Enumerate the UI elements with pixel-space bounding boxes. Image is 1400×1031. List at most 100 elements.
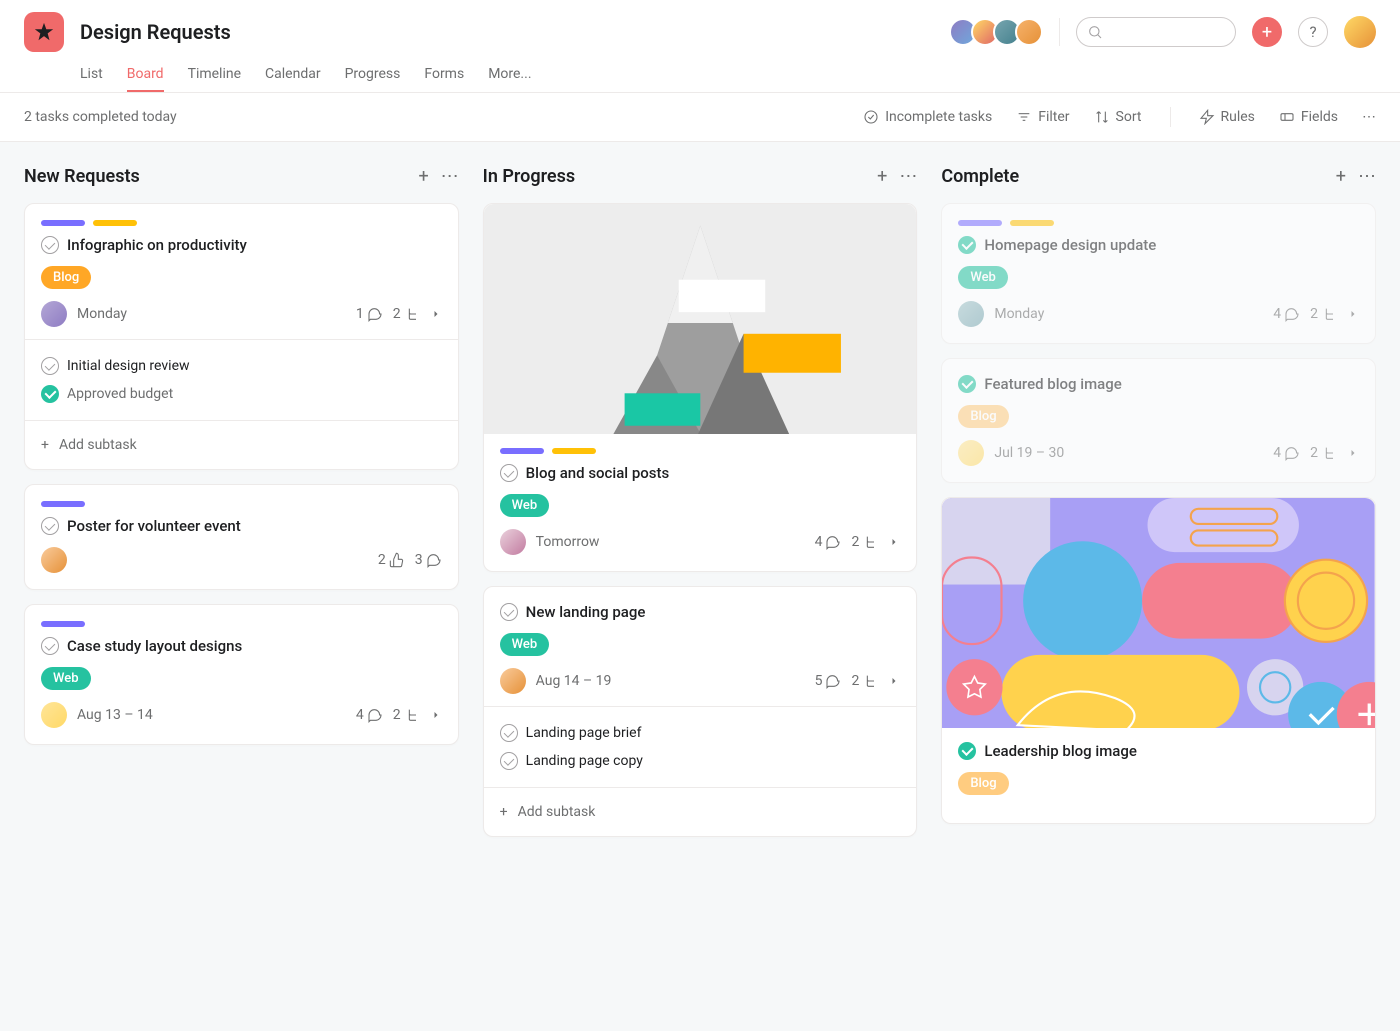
complete-checkbox[interactable] bbox=[41, 637, 59, 655]
assignee-avatar[interactable] bbox=[958, 440, 984, 466]
task-card[interactable]: New landing page Web Aug 14 – 19 5 2 Lan… bbox=[483, 586, 918, 837]
tab-board[interactable]: Board bbox=[127, 58, 164, 92]
sort-button[interactable]: Sort bbox=[1094, 109, 1142, 125]
add-subtask-button[interactable]: +Add subtask bbox=[500, 800, 901, 820]
chevron-right-icon[interactable] bbox=[430, 707, 442, 723]
chevron-right-icon[interactable] bbox=[888, 673, 900, 689]
project-title[interactable]: Design Requests bbox=[80, 20, 933, 44]
complete-checkbox[interactable] bbox=[41, 357, 59, 375]
complete-checkbox[interactable] bbox=[958, 742, 976, 760]
subtask-count[interactable]: 2 bbox=[393, 707, 420, 723]
subtask-count[interactable]: 2 bbox=[1310, 445, 1337, 461]
add-subtask-button[interactable]: +Add subtask bbox=[41, 433, 442, 453]
subtask-row[interactable]: Landing page copy bbox=[500, 747, 901, 775]
task-title: Poster for volunteer event bbox=[67, 517, 241, 535]
chevron-right-icon[interactable] bbox=[1347, 306, 1359, 322]
comment-icon bbox=[426, 552, 442, 568]
assignee-avatar[interactable] bbox=[41, 301, 67, 327]
column-title[interactable]: New Requests bbox=[24, 166, 406, 187]
comment-icon bbox=[1284, 445, 1300, 461]
column-menu-button[interactable]: ⋯ bbox=[1358, 166, 1376, 187]
complete-checkbox[interactable] bbox=[41, 236, 59, 254]
complete-checkbox[interactable] bbox=[500, 752, 518, 770]
tab-list[interactable]: List bbox=[80, 58, 103, 92]
tab-more[interactable]: More... bbox=[488, 58, 531, 92]
assignee-avatar[interactable] bbox=[958, 301, 984, 327]
task-card[interactable]: Infographic on productivity Blog Monday … bbox=[24, 203, 459, 470]
task-card[interactable]: Case study layout designs Web Aug 13 – 1… bbox=[24, 604, 459, 745]
comment-count[interactable]: 1 bbox=[356, 306, 383, 322]
complete-checkbox[interactable] bbox=[500, 724, 518, 742]
column-title[interactable]: Complete bbox=[941, 166, 1323, 187]
comment-count[interactable]: 4 bbox=[1273, 445, 1300, 461]
column-menu-button[interactable]: ⋯ bbox=[899, 166, 917, 187]
add-button[interactable]: + bbox=[1252, 17, 1282, 47]
comment-count[interactable]: 3 bbox=[415, 552, 442, 568]
category-label[interactable]: Blog bbox=[958, 405, 1008, 428]
filter-button[interactable]: Filter bbox=[1016, 109, 1069, 125]
subtask-count[interactable]: 2 bbox=[851, 673, 878, 689]
fields-button[interactable]: Fields bbox=[1279, 109, 1338, 125]
subtask-icon bbox=[862, 673, 878, 689]
complete-checkbox[interactable] bbox=[500, 603, 518, 621]
chevron-right-icon[interactable] bbox=[430, 306, 442, 322]
task-card[interactable]: Blog and social posts Web Tomorrow 4 2 bbox=[483, 203, 918, 572]
category-label[interactable]: Blog bbox=[958, 772, 1008, 795]
like-count[interactable]: 2 bbox=[378, 552, 405, 568]
incomplete-tasks-button[interactable]: Incomplete tasks bbox=[863, 109, 992, 125]
check-circle-icon bbox=[863, 109, 879, 125]
tab-progress[interactable]: Progress bbox=[345, 58, 401, 92]
task-card[interactable]: Homepage design update Web Monday 4 2 bbox=[941, 203, 1376, 344]
complete-checkbox[interactable] bbox=[41, 385, 59, 403]
comment-count[interactable]: 4 bbox=[815, 534, 842, 550]
subtask-count[interactable]: 2 bbox=[1310, 306, 1337, 322]
subtask-count[interactable]: 2 bbox=[851, 534, 878, 550]
avatar[interactable] bbox=[1015, 18, 1043, 46]
comment-count[interactable]: 4 bbox=[356, 707, 383, 723]
complete-checkbox[interactable] bbox=[500, 464, 518, 482]
comment-count[interactable]: 5 bbox=[815, 673, 842, 689]
toolbar: 2 tasks completed today Incomplete tasks… bbox=[0, 93, 1400, 142]
chevron-right-icon[interactable] bbox=[1347, 445, 1359, 461]
task-card[interactable]: Leadership blog image Blog bbox=[941, 497, 1376, 824]
assignee-avatar[interactable] bbox=[41, 547, 67, 573]
complete-checkbox[interactable] bbox=[41, 517, 59, 535]
member-avatars[interactable] bbox=[949, 18, 1043, 46]
task-card[interactable]: Featured blog image Blog Jul 19 – 30 4 2 bbox=[941, 358, 1376, 483]
category-label[interactable]: Blog bbox=[41, 266, 91, 289]
tab-forms[interactable]: Forms bbox=[424, 58, 464, 92]
help-button[interactable]: ? bbox=[1298, 17, 1328, 47]
comment-icon bbox=[367, 707, 383, 723]
subtask-count[interactable]: 2 bbox=[393, 306, 420, 322]
add-task-button[interactable]: + bbox=[418, 166, 428, 187]
project-icon[interactable] bbox=[24, 12, 64, 52]
category-label[interactable]: Web bbox=[500, 494, 550, 517]
divider bbox=[484, 706, 917, 707]
assignee-avatar[interactable] bbox=[500, 529, 526, 555]
category-label[interactable]: Web bbox=[41, 667, 91, 690]
task-cover-image bbox=[484, 204, 917, 434]
subtask-row[interactable]: Initial design review bbox=[41, 352, 442, 380]
chevron-right-icon[interactable] bbox=[888, 534, 900, 550]
task-card[interactable]: Poster for volunteer event 2 3 bbox=[24, 484, 459, 590]
assignee-avatar[interactable] bbox=[500, 668, 526, 694]
column-title[interactable]: In Progress bbox=[483, 166, 865, 187]
comment-count[interactable]: 4 bbox=[1273, 306, 1300, 322]
tab-calendar[interactable]: Calendar bbox=[265, 58, 321, 92]
complete-checkbox[interactable] bbox=[958, 236, 976, 254]
add-task-button[interactable]: + bbox=[877, 166, 887, 187]
add-task-button[interactable]: + bbox=[1336, 166, 1346, 187]
column-menu-button[interactable]: ⋯ bbox=[441, 166, 459, 187]
assignee-avatar[interactable] bbox=[41, 702, 67, 728]
tab-timeline[interactable]: Timeline bbox=[188, 58, 241, 92]
category-label[interactable]: Web bbox=[500, 633, 550, 656]
rules-button[interactable]: Rules bbox=[1199, 109, 1255, 125]
subtask-row[interactable]: Landing page brief bbox=[500, 719, 901, 747]
user-avatar[interactable] bbox=[1344, 16, 1376, 48]
search-input[interactable] bbox=[1076, 17, 1236, 47]
category-label[interactable]: Web bbox=[958, 266, 1008, 289]
divider bbox=[1170, 107, 1171, 127]
complete-checkbox[interactable] bbox=[958, 375, 976, 393]
subtask-row[interactable]: Approved budget bbox=[41, 380, 442, 408]
more-button[interactable]: ⋯ bbox=[1362, 109, 1376, 125]
